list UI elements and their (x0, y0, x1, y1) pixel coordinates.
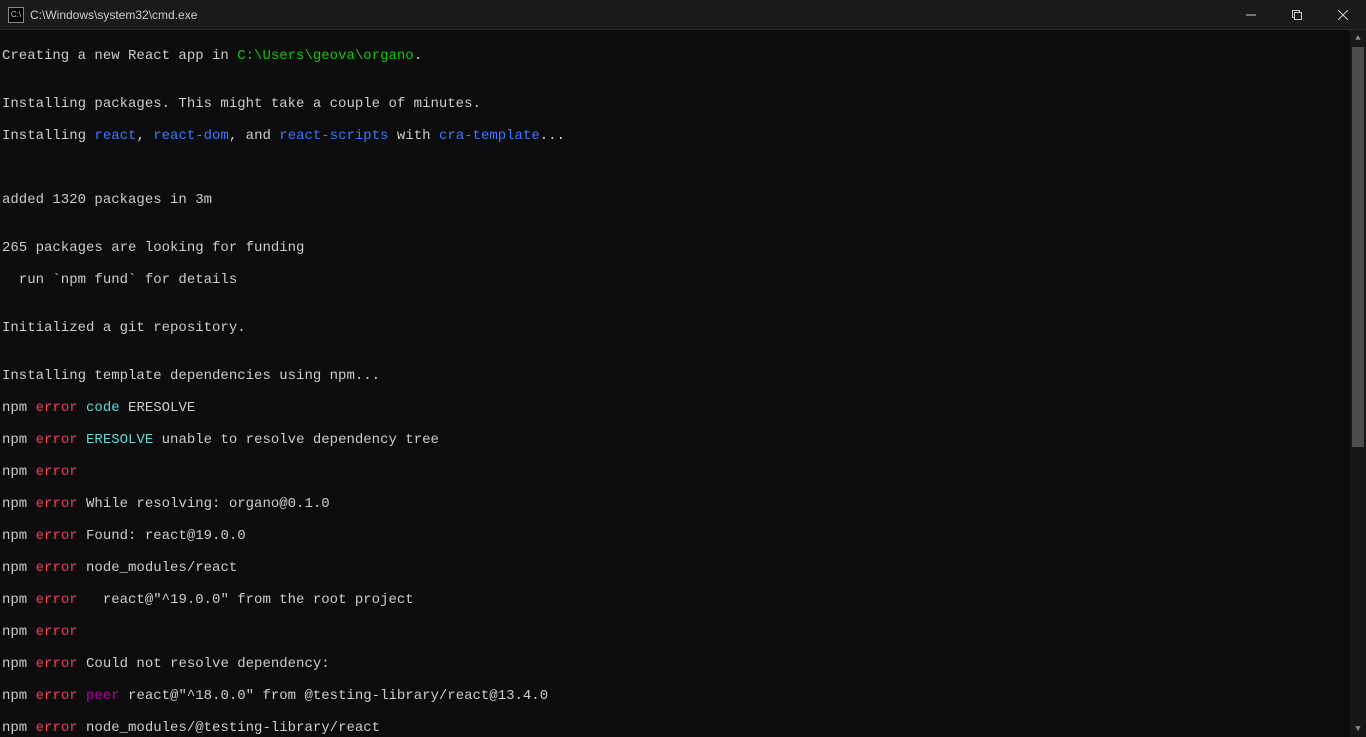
terminal-wrapper: Creating a new React app in C:\Users\geo… (0, 30, 1366, 737)
close-button[interactable] (1320, 0, 1366, 30)
output-line: npm error ERESOLVE unable to resolve dep… (2, 432, 1364, 448)
output-line: added 1320 packages in 3m (2, 192, 1364, 208)
window-titlebar: C:\ C:\Windows\system32\cmd.exe (0, 0, 1366, 30)
titlebar-controls (1228, 0, 1366, 30)
scrollbar-down-button[interactable]: ▼ (1350, 721, 1366, 737)
output-line: Initialized a git repository. (2, 320, 1364, 336)
output-line: npm error node_modules/react (2, 560, 1364, 576)
scrollbar-up-button[interactable]: ▲ (1350, 30, 1366, 46)
output-line: run `npm fund` for details (2, 272, 1364, 288)
output-line: npm error react@"^19.0.0" from the root … (2, 592, 1364, 608)
output-line: npm error code ERESOLVE (2, 400, 1364, 416)
cmd-icon: C:\ (8, 7, 24, 23)
output-line: Installing react, react-dom, and react-s… (2, 128, 1364, 144)
output-line: npm error Could not resolve dependency: (2, 656, 1364, 672)
minimize-button[interactable] (1228, 0, 1274, 30)
titlebar-left: C:\ C:\Windows\system32\cmd.exe (8, 7, 197, 23)
output-line: npm error (2, 624, 1364, 640)
output-line: npm error node_modules/@testing-library/… (2, 720, 1364, 736)
output-line: npm error While resolving: organo@0.1.0 (2, 496, 1364, 512)
output-line: npm error (2, 464, 1364, 480)
output-line: npm error peer react@"^18.0.0" from @tes… (2, 688, 1364, 704)
output-line: Installing packages. This might take a c… (2, 96, 1364, 112)
window-title: C:\Windows\system32\cmd.exe (30, 8, 197, 22)
maximize-button[interactable] (1274, 0, 1320, 30)
output-line: 265 packages are looking for funding (2, 240, 1364, 256)
output-line: Installing template dependencies using n… (2, 368, 1364, 384)
output-line: npm error Found: react@19.0.0 (2, 528, 1364, 544)
scrollbar-thumb[interactable] (1352, 47, 1364, 447)
scrollbar[interactable]: ▲ ▼ (1350, 30, 1366, 737)
output-line: Creating a new React app in C:\Users\geo… (2, 48, 1364, 64)
terminal-output[interactable]: Creating a new React app in C:\Users\geo… (0, 30, 1366, 737)
